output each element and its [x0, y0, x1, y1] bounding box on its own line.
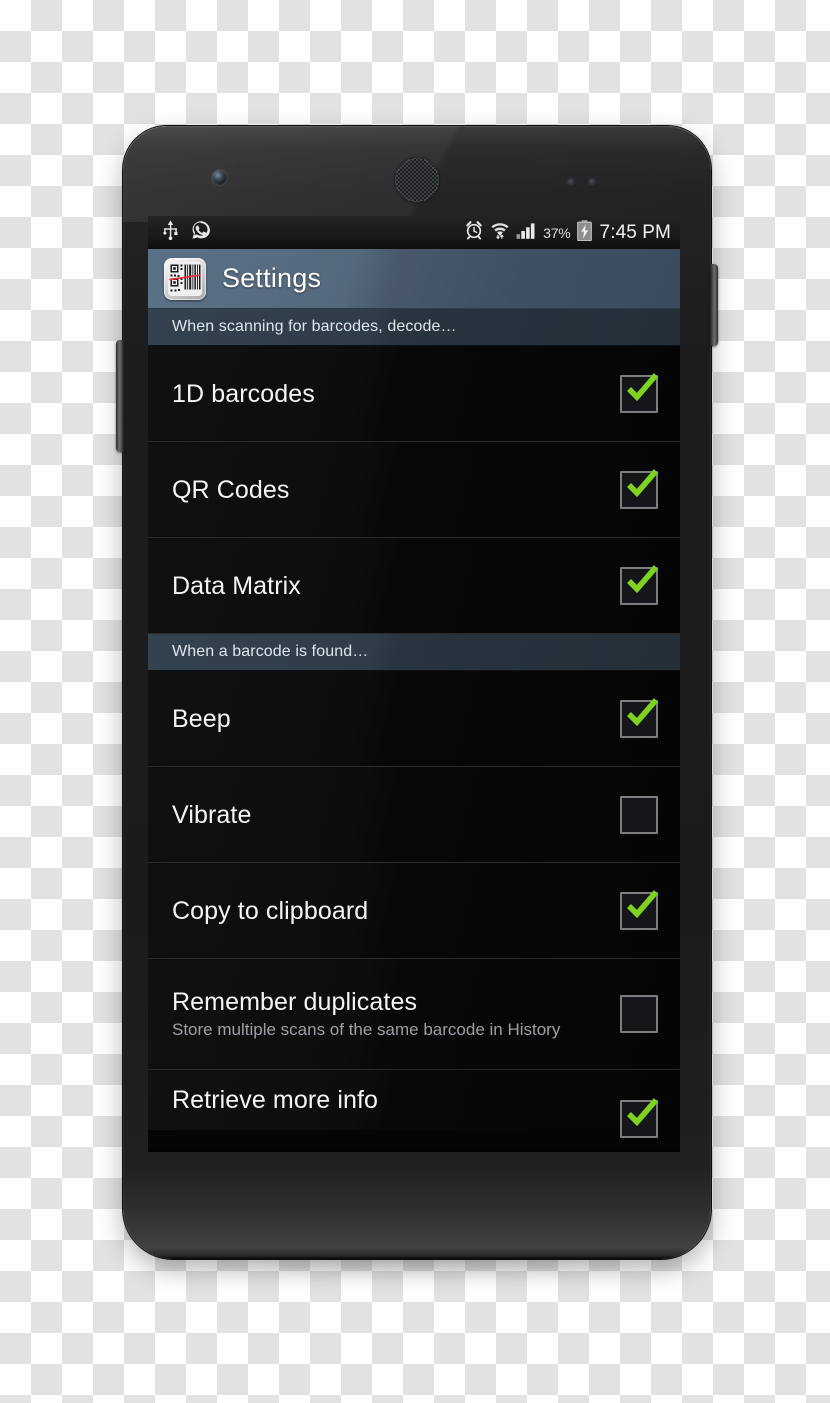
- setting-row-beep[interactable]: Beep: [148, 671, 680, 767]
- earpiece-speaker-icon: [395, 158, 439, 202]
- barcode-scanner-icon[interactable]: [164, 257, 206, 300]
- checkbox-retrieve-more-info[interactable]: [620, 1098, 659, 1138]
- status-bar-clock: 7:45 PM: [599, 221, 671, 243]
- setting-title: Copy to clipboard: [172, 896, 369, 925]
- page-title: Settings: [222, 263, 322, 293]
- row-texts: Vibrate: [172, 801, 620, 829]
- setting-subtitle: Store multiple scans of the same barcode…: [172, 1019, 561, 1039]
- setting-row-qr-codes[interactable]: QR Codes: [148, 442, 680, 538]
- phone-bottom-chin: [123, 1141, 711, 1259]
- setting-title: 1D barcodes: [172, 379, 315, 408]
- whatsapp-icon: [191, 220, 211, 245]
- checkmark-icon: [627, 468, 659, 497]
- checkmark-icon: [627, 1098, 659, 1127]
- action-bar: Settings: [148, 249, 680, 309]
- row-texts: 1D barcodes: [172, 380, 620, 408]
- section-header-found: When a barcode is found…: [148, 634, 680, 671]
- power-button[interactable]: [710, 264, 718, 346]
- checkbox-vibrate[interactable]: [620, 795, 658, 834]
- volume-rocker-button[interactable]: [116, 340, 124, 452]
- checkbox-remember-duplicates[interactable]: [620, 995, 658, 1033]
- status-bar-right-icons: 37% 7:45 PM: [464, 219, 671, 246]
- section-header-decode: When scanning for barcodes, decode…: [148, 309, 680, 346]
- row-texts: Data Matrix: [172, 572, 620, 600]
- checkbox-1d-barcodes[interactable]: [620, 372, 659, 413]
- setting-row-retrieve-more-info[interactable]: Retrieve more info: [148, 1070, 680, 1138]
- setting-row-copy-to-clipboard[interactable]: Copy to clipboard: [148, 863, 680, 959]
- wifi-icon: [490, 220, 510, 245]
- row-texts: Retrieve more info: [172, 1086, 620, 1114]
- checkmark-icon: [627, 697, 659, 726]
- status-bar-left-icons: [162, 220, 211, 245]
- proximity-sensor-icon: [567, 178, 576, 187]
- checkbox-data-matrix[interactable]: [620, 564, 659, 605]
- front-camera-icon: [212, 170, 227, 185]
- setting-row-data-matrix[interactable]: Data Matrix: [148, 538, 680, 634]
- row-texts: Copy to clipboard: [172, 897, 620, 925]
- setting-title: Vibrate: [172, 800, 252, 829]
- checkmark-icon: [627, 564, 659, 593]
- battery-charging-icon: [576, 219, 592, 246]
- setting-title: QR Codes: [172, 475, 290, 504]
- checkbox-copy-to-clipboard[interactable]: [620, 889, 659, 930]
- setting-title: Data Matrix: [172, 571, 301, 600]
- checkbox-qr-codes[interactable]: [620, 468, 659, 509]
- setting-row-remember-duplicates[interactable]: Remember duplicates Store multiple scans…: [148, 959, 680, 1070]
- phone-device-body: 37% 7:45 PM Settings When scanning for b…: [116, 126, 718, 1259]
- setting-row-vibrate[interactable]: Vibrate: [148, 767, 680, 863]
- phone-screen: 37% 7:45 PM Settings When scanning for b…: [148, 216, 680, 1152]
- settings-list[interactable]: When scanning for barcodes, decode… 1D b…: [148, 309, 680, 1152]
- row-texts: Beep: [172, 705, 620, 733]
- signal-bars-icon: [516, 220, 537, 245]
- checkbox-beep[interactable]: [620, 697, 659, 738]
- setting-row-1d-barcodes[interactable]: 1D barcodes: [148, 346, 680, 442]
- row-texts: Remember duplicates Store multiple scans…: [172, 988, 620, 1041]
- checkmark-icon: [627, 889, 659, 918]
- row-texts: QR Codes: [172, 476, 620, 504]
- usb-icon: [162, 220, 179, 245]
- checkmark-icon: [627, 372, 659, 401]
- alarm-icon: [464, 220, 484, 245]
- status-bar: 37% 7:45 PM: [148, 216, 680, 249]
- ambient-light-sensor-icon: [588, 178, 597, 187]
- setting-title: Beep: [172, 704, 231, 733]
- section-header-label: When scanning for barcodes, decode…: [172, 318, 457, 335]
- battery-percent-label: 37%: [543, 224, 571, 241]
- setting-title: Retrieve more info: [172, 1086, 379, 1114]
- setting-title: Remember duplicates: [172, 987, 418, 1016]
- section-header-label: When a barcode is found…: [172, 643, 369, 660]
